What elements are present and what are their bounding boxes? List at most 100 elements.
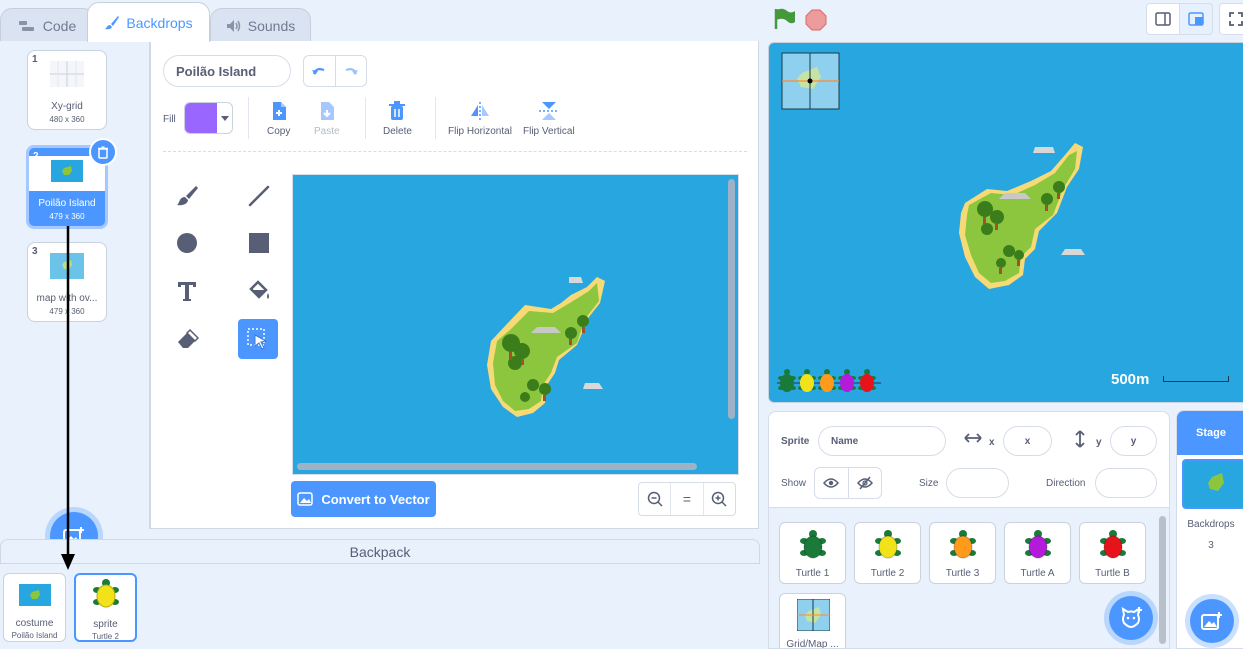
sprite-tile[interactable]: Turtle 3: [929, 522, 996, 584]
backdrop-number: 1: [32, 54, 38, 65]
copy-label: Copy: [267, 126, 291, 137]
copy-button[interactable]: Copy: [267, 101, 290, 137]
sprite-name-input[interactable]: Name: [818, 426, 946, 456]
flip-vertical-icon: [538, 102, 559, 120]
stage-scene: [781, 52, 1085, 289]
paste-button[interactable]: Paste: [314, 101, 340, 137]
sprite-tile[interactable]: Turtle 1: [779, 522, 846, 584]
convert-to-vector-button[interactable]: Convert to Vector: [291, 481, 436, 517]
vertical-scrollbar[interactable]: [728, 179, 735, 419]
line-icon: [248, 185, 270, 207]
sprite-tile[interactable]: Turtle B: [1079, 522, 1146, 584]
y-input[interactable]: y: [1110, 426, 1157, 456]
code-icon: [18, 19, 37, 33]
size-input[interactable]: [946, 468, 1009, 498]
sprite-tile-grid-map[interactable]: Grid/Map ...: [779, 593, 846, 648]
fill-label: Fill: [163, 114, 176, 125]
line-tool[interactable]: [239, 176, 279, 216]
turtle-row-icons: [777, 369, 881, 392]
turtle-icon: [875, 530, 901, 559]
zoom-out-button[interactable]: [639, 483, 670, 515]
choose-sprite-button[interactable]: [1109, 596, 1153, 640]
backpack-header[interactable]: Backpack: [0, 539, 760, 564]
stage-selector-title: Stage: [1177, 411, 1243, 455]
delete-backdrop-button[interactable]: [89, 138, 117, 166]
circle-tool[interactable]: [167, 223, 207, 263]
zoom-reset-button[interactable]: =: [670, 483, 702, 515]
backdrop-tile-3[interactable]: 3 map with ov... 479 x 360: [27, 242, 107, 322]
stop-button[interactable]: [805, 9, 827, 36]
show-label: Show: [781, 478, 807, 489]
turtle-icon: [1025, 530, 1051, 559]
show-button[interactable]: [815, 468, 848, 498]
backdrop-name: Poilão Island: [38, 198, 96, 209]
sprite-tile[interactable]: Turtle 2: [854, 522, 921, 584]
brush-icon: [177, 186, 198, 206]
x-input[interactable]: x: [1003, 426, 1052, 456]
flip-vertical-button[interactable]: Flip Vertical: [523, 101, 575, 137]
text-tool[interactable]: [167, 271, 207, 311]
green-flag-button[interactable]: [773, 8, 797, 35]
stage-turtle: [838, 369, 856, 392]
normal-stage-button[interactable]: [1179, 3, 1213, 35]
eraser-icon: [178, 328, 200, 348]
sprite-list-scrollbar[interactable]: [1159, 516, 1166, 644]
direction-input[interactable]: [1095, 468, 1157, 498]
convert-label: Convert to Vector: [321, 491, 430, 507]
scale-label: 500m: [1111, 371, 1150, 388]
copy-icon: [272, 102, 286, 120]
rectangle-icon: [249, 233, 269, 253]
backdrop-tile-2[interactable]: 2 Poilão Island 479 x 360: [26, 138, 117, 229]
paint-canvas[interactable]: [292, 174, 739, 475]
backpack-item-sub: Poilão Island: [11, 631, 58, 640]
redo-icon: [345, 68, 358, 75]
small-stage-button[interactable]: [1146, 3, 1180, 35]
eraser-tool[interactable]: [167, 319, 207, 359]
size-label: Size: [919, 478, 939, 489]
brush-tool[interactable]: [167, 176, 207, 216]
zoom-in-button[interactable]: [702, 483, 735, 515]
stop-icon: [805, 9, 827, 31]
tab-label: Code: [42, 17, 77, 34]
fullscreen-button[interactable]: [1219, 3, 1243, 35]
x-arrows-icon: [964, 432, 982, 447]
rectangle-tool[interactable]: [239, 223, 279, 263]
backdrop-size: 480 x 360: [49, 115, 85, 124]
map-thumbnail: [50, 253, 84, 279]
costume-name-input[interactable]: Poilão Island: [163, 55, 291, 87]
tab-backdrops[interactable]: Backdrops: [87, 2, 210, 42]
sprite-tile[interactable]: Turtle A: [1004, 522, 1071, 584]
horizontal-scrollbar[interactable]: [297, 463, 697, 470]
backdrop-size: 479 x 360: [49, 307, 85, 316]
backdrops-label: Backdrops: [1187, 519, 1235, 530]
stage-selector[interactable]: Stage Backdrops 3: [1176, 410, 1243, 649]
sprite-name: Turtle B: [1095, 568, 1130, 579]
redo-button[interactable]: [334, 56, 367, 86]
backpack-item-costume[interactable]: costume Poilão Island: [3, 573, 66, 642]
paste-icon: [320, 102, 334, 120]
delete-button[interactable]: Delete: [383, 101, 412, 137]
backdrops-count: 3: [1208, 540, 1214, 551]
undo-button[interactable]: [304, 56, 335, 86]
fill-tool[interactable]: [239, 271, 279, 311]
stage-canvas[interactable]: 500m: [768, 42, 1243, 403]
sprite-name: Turtle A: [1020, 568, 1055, 579]
island-thumbnail: [51, 160, 83, 182]
backpack-item-sprite[interactable]: sprite Turtle 2: [74, 573, 137, 642]
brush-icon: [104, 15, 120, 31]
tab-sounds[interactable]: Sounds: [210, 8, 311, 42]
backdrop-tile-1[interactable]: 1 Xy-grid 480 x 360: [27, 50, 107, 130]
hide-button[interactable]: [847, 468, 882, 498]
fill-color-picker[interactable]: [184, 102, 233, 134]
stage-turtle: [778, 369, 796, 392]
flip-horizontal-button[interactable]: Flip Horizontal: [448, 101, 512, 137]
backdrop-list: 1 Xy-grid 480 x 360 2 Poilão Island 479 …: [0, 41, 150, 560]
choose-backdrop-stage-button[interactable]: [1190, 599, 1234, 643]
zoom-in-icon: [712, 491, 727, 507]
paint-editor: Poilão Island Fill Copy Paste Delete Fli…: [150, 41, 759, 529]
select-tool[interactable]: [238, 319, 278, 359]
stage-header: [768, 0, 1243, 42]
tab-code[interactable]: Code: [0, 8, 95, 42]
trash-icon: [389, 101, 406, 120]
backpack-item-name: sprite: [93, 619, 118, 630]
